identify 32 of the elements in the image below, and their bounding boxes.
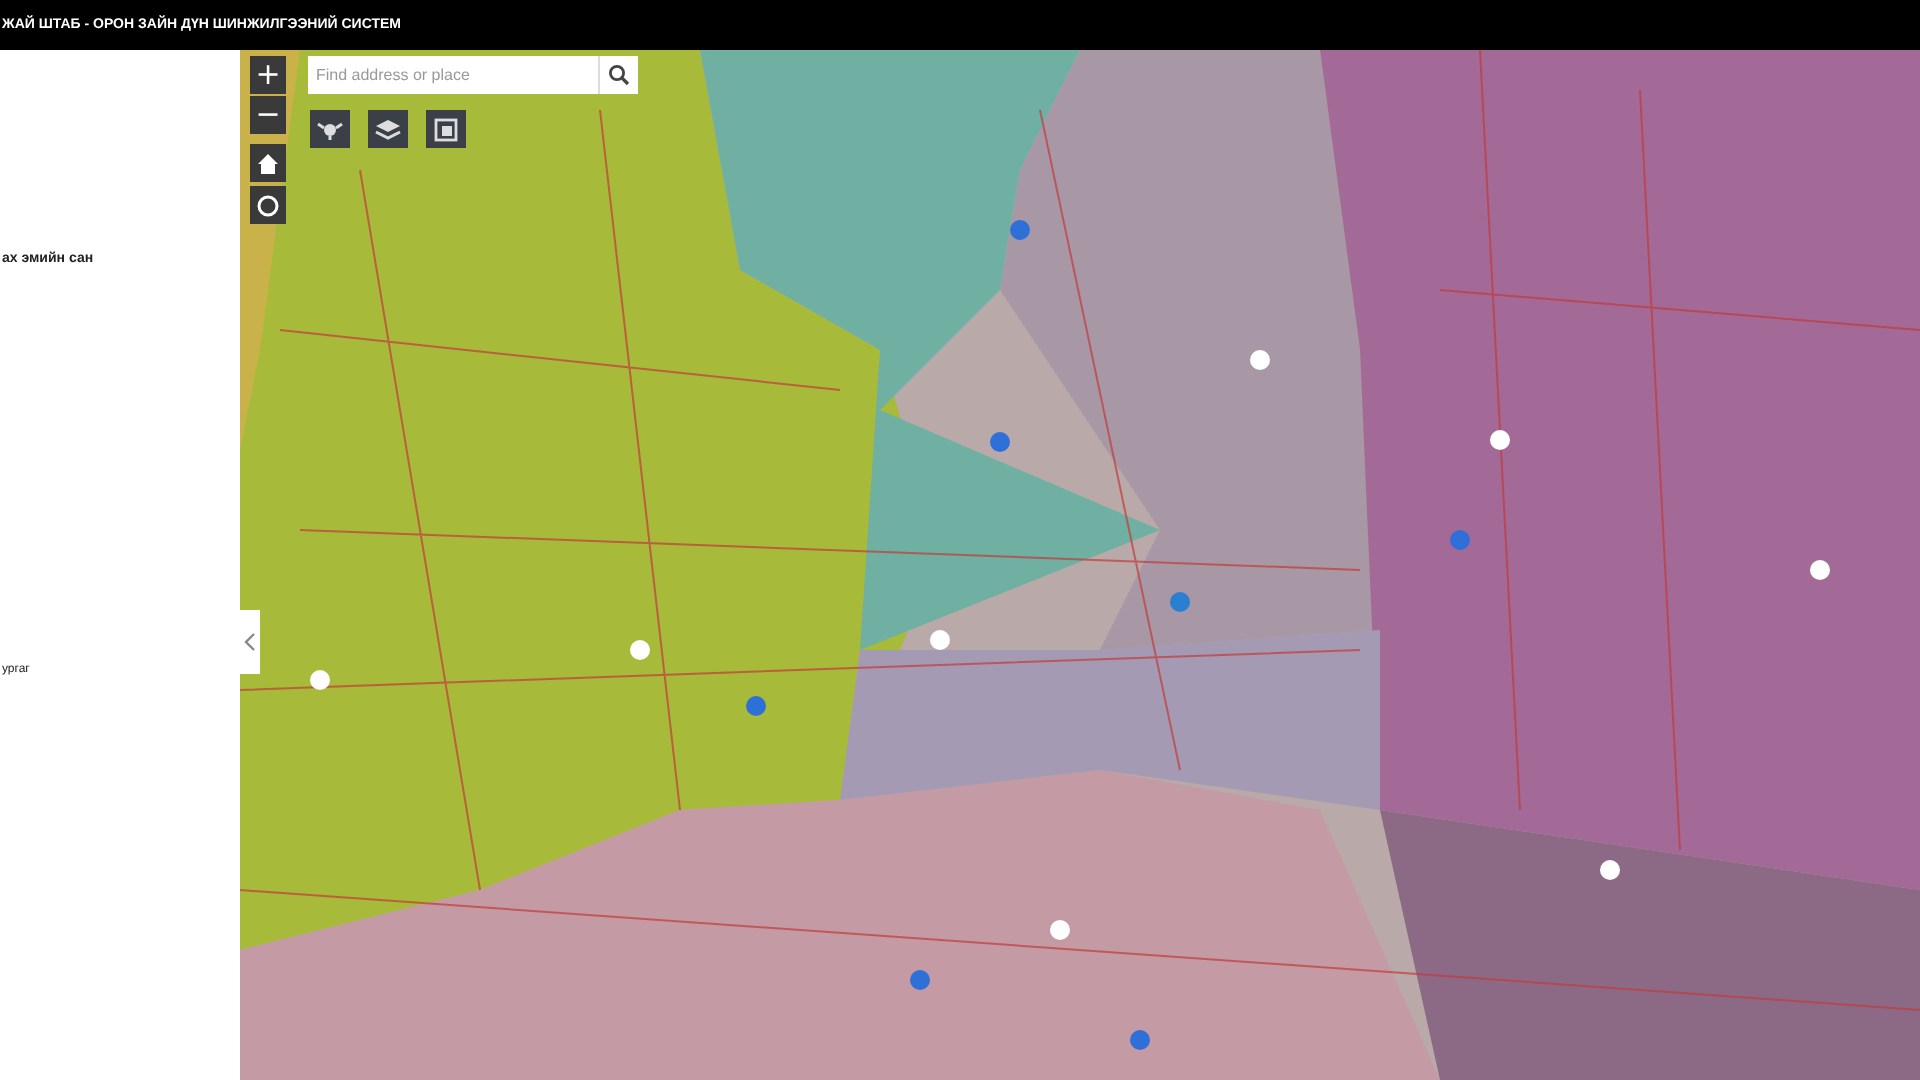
legend-button[interactable] — [426, 110, 466, 148]
map-marker[interactable] — [746, 696, 766, 716]
map-marker[interactable] — [930, 630, 950, 650]
map-marker[interactable] — [990, 432, 1010, 452]
chevron-left-icon — [244, 632, 256, 652]
location-dot — [1170, 592, 1190, 612]
search-field[interactable]: Find address or place — [308, 56, 598, 94]
search-icon — [608, 64, 630, 86]
map-marker[interactable] — [1010, 220, 1030, 240]
map-marker[interactable] — [1050, 920, 1070, 940]
map-marker[interactable] — [1250, 350, 1270, 370]
map-marker[interactable] — [1810, 560, 1830, 580]
map-marker[interactable] — [1130, 1030, 1150, 1050]
map-marker[interactable] — [1600, 860, 1620, 880]
zoom-out-button[interactable]: − — [250, 96, 286, 134]
map-marker[interactable] — [1450, 530, 1470, 550]
zoom-in-button[interactable]: + — [250, 56, 286, 94]
square-icon — [434, 117, 458, 141]
collapse-panel-button[interactable] — [240, 610, 260, 674]
locate-button[interactable] — [250, 186, 286, 224]
search-button[interactable] — [598, 56, 638, 94]
circle-icon — [256, 193, 280, 217]
layers-icon — [374, 117, 402, 141]
home-button[interactable] — [250, 144, 286, 182]
home-icon — [256, 151, 280, 175]
map-marker[interactable] — [1490, 430, 1510, 450]
map-marker[interactable] — [910, 970, 930, 990]
satellite-icon — [316, 117, 344, 141]
basemap-button[interactable] — [310, 110, 350, 148]
layers-button[interactable] — [368, 110, 408, 148]
map-marker[interactable] — [310, 670, 330, 690]
map-marker[interactable] — [630, 640, 650, 660]
